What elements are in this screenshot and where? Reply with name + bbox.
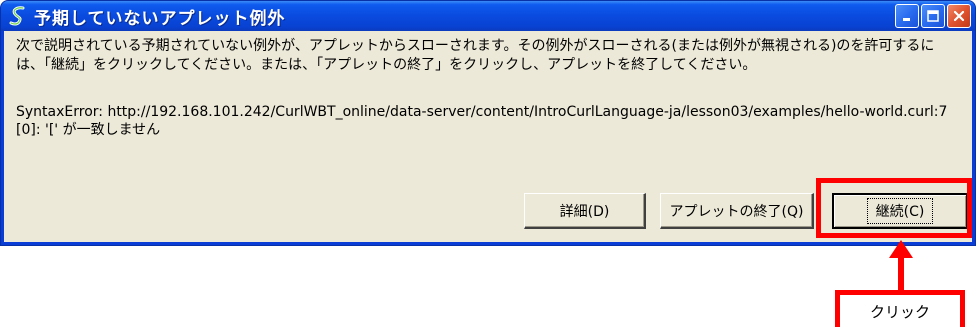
maximize-button[interactable] xyxy=(921,4,945,28)
minimize-icon xyxy=(903,18,910,21)
exit-applet-button[interactable]: アプレットの終了(Q) xyxy=(660,193,814,229)
exception-message: 次で説明されている予期されていない例外が、アプレットからスローされます。その例外… xyxy=(16,38,935,73)
error-detail: SyntaxError: http://192.168.101.242/Curl… xyxy=(16,104,948,138)
details-button[interactable]: 詳細(D) xyxy=(524,193,646,229)
minimize-button[interactable] xyxy=(895,4,919,28)
exit-applet-button-label: アプレットの終了(Q) xyxy=(669,203,804,220)
close-icon xyxy=(953,10,965,22)
window-title: 予期していないアプレット例外 xyxy=(34,8,286,29)
curl-s-icon xyxy=(8,6,28,26)
arrow-up-icon xyxy=(889,240,913,294)
screenshot-stage: 予期していないアプレット例外 次で説明されている予期されていない例外が、アプレッ… xyxy=(0,0,976,327)
caption-buttons xyxy=(895,4,971,28)
title-bar[interactable]: 予期していないアプレット例外 xyxy=(1,1,975,31)
click-callout: クリック xyxy=(835,290,965,327)
close-button[interactable] xyxy=(947,4,971,28)
details-button-label: 詳細(D) xyxy=(559,203,610,220)
maximize-icon xyxy=(927,10,939,22)
click-callout-label: クリック xyxy=(869,302,930,321)
highlight-box xyxy=(816,178,972,238)
